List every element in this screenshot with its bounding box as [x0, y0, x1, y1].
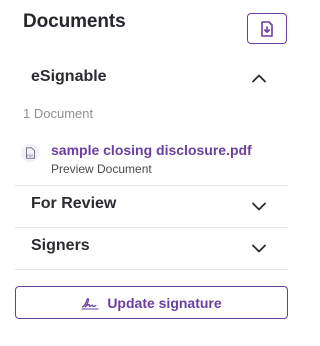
chevron-down-icon: [252, 202, 266, 211]
document-count: 1 Document: [23, 106, 94, 121]
chevron-down-icon: [252, 244, 266, 253]
panel-title: Documents: [23, 11, 126, 32]
section-esignable: eSignable 1 Document PDF sample closing …: [15, 54, 288, 186]
section-header-signers[interactable]: Signers: [15, 228, 288, 268]
preview-document-label: Preview Document: [51, 162, 152, 176]
section-header-for-review[interactable]: For Review: [15, 186, 288, 226]
update-signature-button[interactable]: Update signature: [15, 286, 288, 319]
panel-header: Documents: [23, 10, 287, 46]
section-title-esignable: eSignable: [31, 68, 107, 85]
document-name-link[interactable]: sample closing disclosure.pdf: [51, 141, 252, 159]
signature-icon: [81, 297, 99, 310]
download-documents-button[interactable]: [247, 13, 287, 44]
section-title-signers: Signers: [31, 237, 90, 254]
section-header-esignable[interactable]: eSignable: [15, 54, 288, 94]
section-signers: Signers: [15, 228, 288, 270]
chevron-up-icon: [252, 74, 266, 83]
section-for-review: For Review: [15, 186, 288, 228]
document-item[interactable]: PDF sample closing disclosure.pdf Previe…: [21, 140, 281, 178]
update-signature-label: Update signature: [107, 294, 222, 311]
section-title-for-review: For Review: [31, 195, 117, 212]
documents-panel: Documents eSignable 1 Document PDF sampl…: [0, 0, 307, 346]
download-document-icon: [261, 20, 273, 37]
pdf-file-icon: PDF: [21, 144, 39, 162]
svg-text:PDF: PDF: [26, 154, 33, 158]
